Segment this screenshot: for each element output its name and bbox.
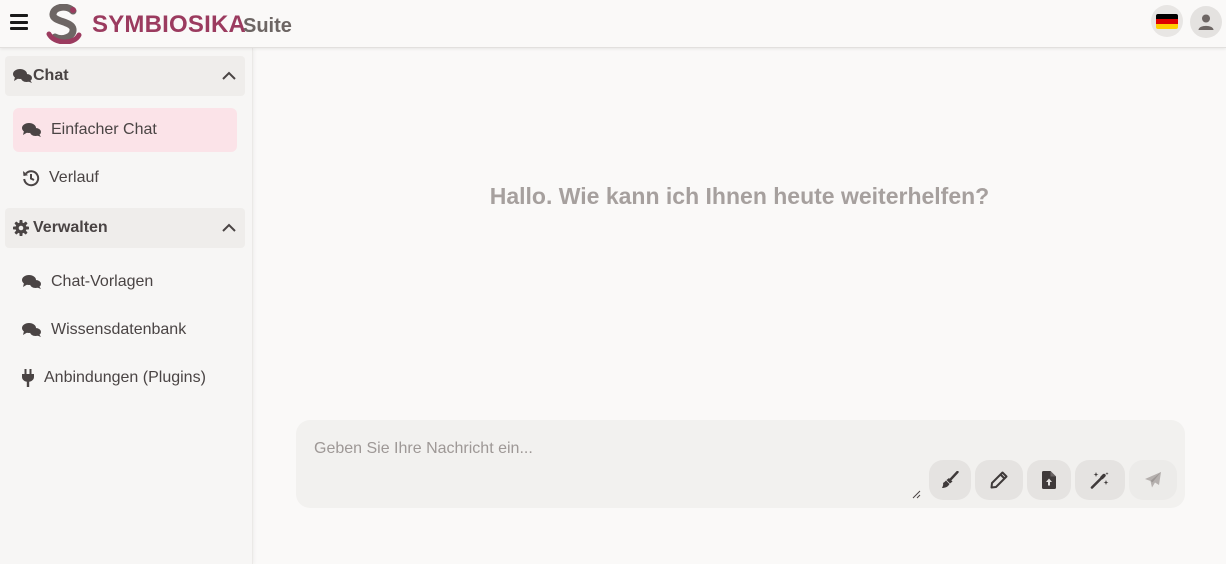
sidebar-item-wissensdatenbank[interactable]: Wissensdatenbank bbox=[13, 308, 237, 352]
send-icon bbox=[1145, 472, 1161, 488]
symbiosika-logo bbox=[46, 4, 82, 44]
upload-file-button[interactable] bbox=[1027, 460, 1071, 500]
sidebar-item-label: Chat-Vorlagen bbox=[51, 273, 154, 290]
plug-icon bbox=[22, 369, 36, 387]
sidebar-item-chat-vorlagen[interactable]: Chat-Vorlagen bbox=[13, 260, 237, 304]
section-label-chat: Chat bbox=[33, 67, 69, 84]
magic-prompt-button[interactable] bbox=[1075, 460, 1125, 500]
resize-handle-icon[interactable] bbox=[912, 490, 921, 499]
magic-wand-icon bbox=[1090, 472, 1109, 489]
gear-icon bbox=[13, 220, 33, 236]
sidebar-item-verlauf[interactable]: Verlauf bbox=[13, 156, 237, 200]
sidebar-item-einfacher-chat[interactable]: Einfacher Chat bbox=[13, 108, 237, 152]
clear-chat-button[interactable] bbox=[929, 460, 971, 500]
sidebar-item-label: Anbindungen (Plugins) bbox=[44, 369, 206, 386]
pencil-icon bbox=[990, 471, 1008, 489]
chevron-up-icon bbox=[222, 223, 236, 232]
edit-button[interactable] bbox=[975, 460, 1023, 500]
comments-icon bbox=[13, 68, 33, 84]
broom-icon bbox=[942, 471, 959, 488]
sidebar-item-label: Verlauf bbox=[49, 169, 99, 186]
chevron-up-icon bbox=[222, 71, 236, 80]
comments-icon bbox=[22, 321, 44, 339]
section-chat-toggle[interactable]: Chat bbox=[5, 56, 245, 96]
menu-icon[interactable] bbox=[10, 14, 28, 30]
welcome-greeting: Hallo. Wie kann ich Ihnen heute weiterhe… bbox=[489, 183, 990, 209]
sidebar-item-anbindungen[interactable]: Anbindungen (Plugins) bbox=[13, 356, 237, 400]
german-flag-icon bbox=[1156, 13, 1178, 29]
section-verwalten-toggle[interactable]: Verwalten bbox=[5, 208, 245, 248]
top-bar: SYMBIOSIKA Suite bbox=[0, 0, 1226, 48]
sidebar-item-label: Einfacher Chat bbox=[51, 121, 157, 138]
language-switcher[interactable] bbox=[1151, 5, 1183, 37]
comments-icon bbox=[22, 121, 44, 139]
history-icon bbox=[22, 169, 44, 187]
brand-suffix: Suite bbox=[243, 15, 292, 37]
sidebar-item-label: Wissensdatenbank bbox=[51, 321, 187, 338]
user-icon bbox=[1198, 14, 1214, 30]
sidebar: Chat Einfacher Chat Verlauf Verwalten Ch… bbox=[0, 48, 253, 564]
message-input[interactable] bbox=[314, 440, 920, 500]
user-avatar[interactable] bbox=[1190, 6, 1222, 38]
section-label-verwalten: Verwalten bbox=[33, 219, 108, 236]
comments-icon bbox=[22, 273, 44, 291]
send-button[interactable] bbox=[1129, 460, 1177, 500]
file-upload-icon bbox=[1042, 471, 1056, 489]
brand-name: SYMBIOSIKA bbox=[92, 11, 247, 38]
